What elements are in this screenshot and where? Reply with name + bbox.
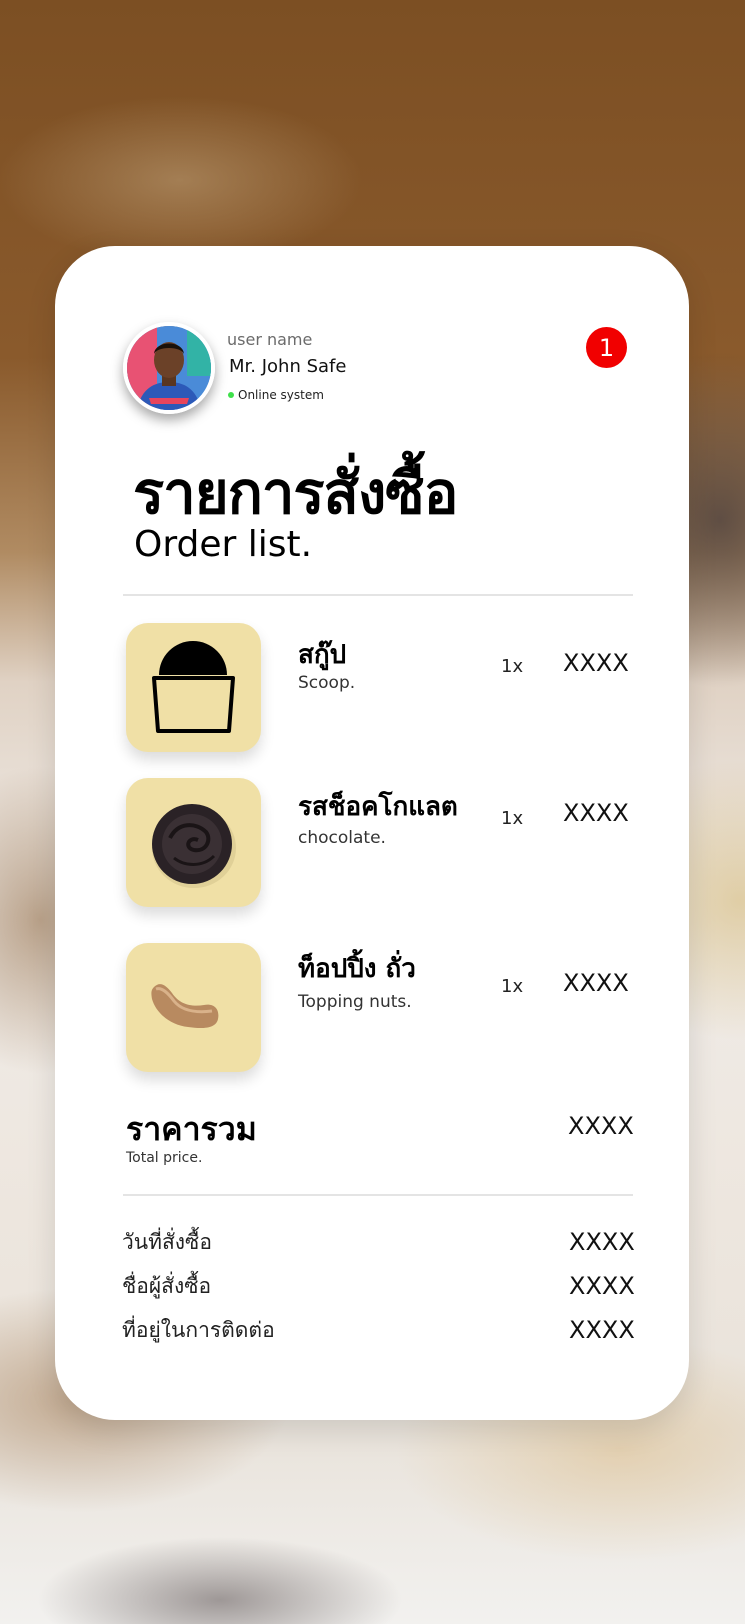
contact-address-label: ที่อยู่ในการติดต่อ [122,1318,275,1342]
item-subtitle: Scoop. [298,673,356,693]
chocolate-icon [152,804,236,888]
divider [123,1194,633,1196]
contact-address-value: XXXX [569,1316,635,1344]
online-status: Online system [228,388,324,402]
item-subtitle: Topping nuts. [298,992,412,1012]
username-label: user name [227,330,313,349]
online-dot-icon [228,392,234,398]
order-date-label: วันที่สั่งซื้อ [122,1230,212,1254]
total-price: XXXX [568,1112,634,1140]
avatar[interactable] [123,322,215,414]
item-thumb-nuts [126,943,261,1072]
username: Mr. John Safe [229,356,347,377]
item-name: ท็อปปิ้ง ถั่ว [298,954,416,984]
item-quantity: 1x [501,808,524,829]
notification-badge[interactable]: 1 [586,327,627,368]
order-date-value: XXXX [569,1228,635,1256]
item-price: XXXX [563,649,629,677]
total-sublabel: Total price. [126,1150,203,1166]
orderer-name-value: XXXX [569,1272,635,1300]
item-subtitle: chocolate. [298,828,386,848]
orderer-name-label: ชื่อผู้สั่งซื้อ [122,1274,212,1298]
total-label: ราคารวม [126,1110,257,1148]
avatar-photo-icon [127,326,211,410]
item-thumb-scoop [126,623,261,752]
item-price: XXXX [563,799,629,827]
item-name: สกู๊ป [298,640,347,670]
scoop-icon [152,641,235,733]
divider [123,594,633,596]
item-quantity: 1x [501,656,524,677]
nut-icon [151,984,219,1029]
item-thumb-chocolate [126,778,261,907]
item-quantity: 1x [501,976,524,997]
order-card: user name Mr. John Safe Online system 1 … [55,246,689,1420]
item-name: รสช็อคโกแลต [298,792,458,822]
item-price: XXXX [563,969,629,997]
online-status-text: Online system [238,388,324,402]
page-subtitle: Order list. [134,524,313,565]
